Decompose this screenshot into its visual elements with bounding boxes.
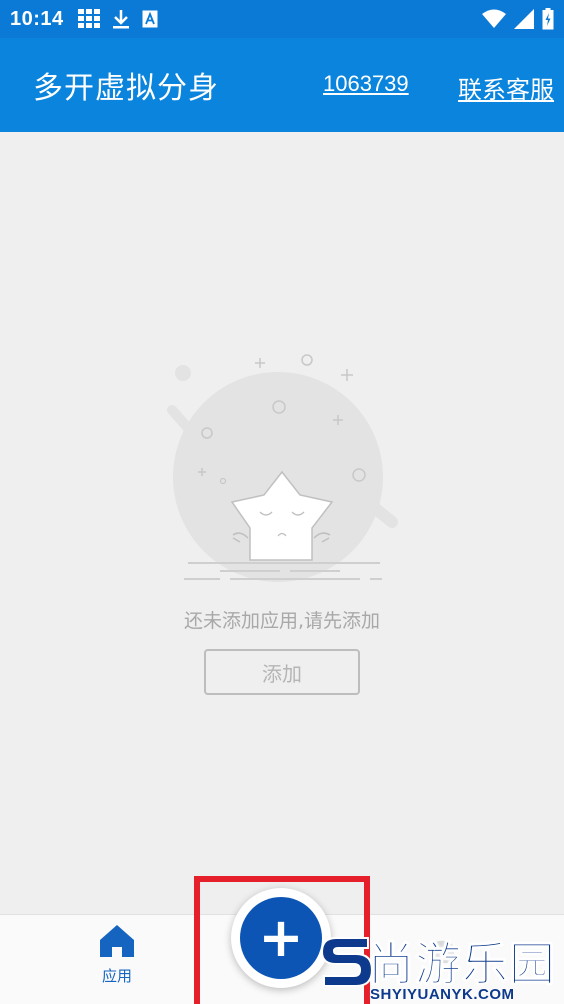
- status-bar: 10:14: [0, 0, 564, 38]
- status-icons-right: [482, 8, 554, 30]
- watermark: 尚游乐园 SHYIYUANYK.COM: [318, 924, 564, 1004]
- wifi-icon: [482, 9, 506, 28]
- grid-icon: [77, 9, 100, 28]
- nav-item-apps[interactable]: 应用: [78, 923, 156, 1001]
- empty-state-message: 还未添加应用,请先添加: [183, 610, 381, 632]
- app-bar: 多开虚拟分身 1063739 联系客服: [0, 38, 564, 132]
- download-icon: [112, 10, 129, 29]
- a-badge-icon: [142, 10, 158, 28]
- watermark-brand: 尚游乐园: [368, 937, 556, 992]
- contact-service-link[interactable]: 联系客服: [458, 70, 554, 105]
- empty-state-illustration: [167, 354, 398, 582]
- status-time: 10:14: [10, 7, 64, 30]
- add-app-button[interactable]: 添加: [204, 649, 360, 695]
- user-id-link[interactable]: 1063739: [323, 71, 409, 97]
- battery-icon: [542, 8, 554, 30]
- status-icons-left: [77, 9, 158, 29]
- home-icon: [100, 925, 134, 957]
- watermark-domain: SHYIYUANYK.COM: [370, 986, 515, 1003]
- signal-icon: [514, 9, 534, 29]
- app-title: 多开虚拟分身: [33, 71, 219, 106]
- nav-label-apps: 应用: [101, 967, 132, 985]
